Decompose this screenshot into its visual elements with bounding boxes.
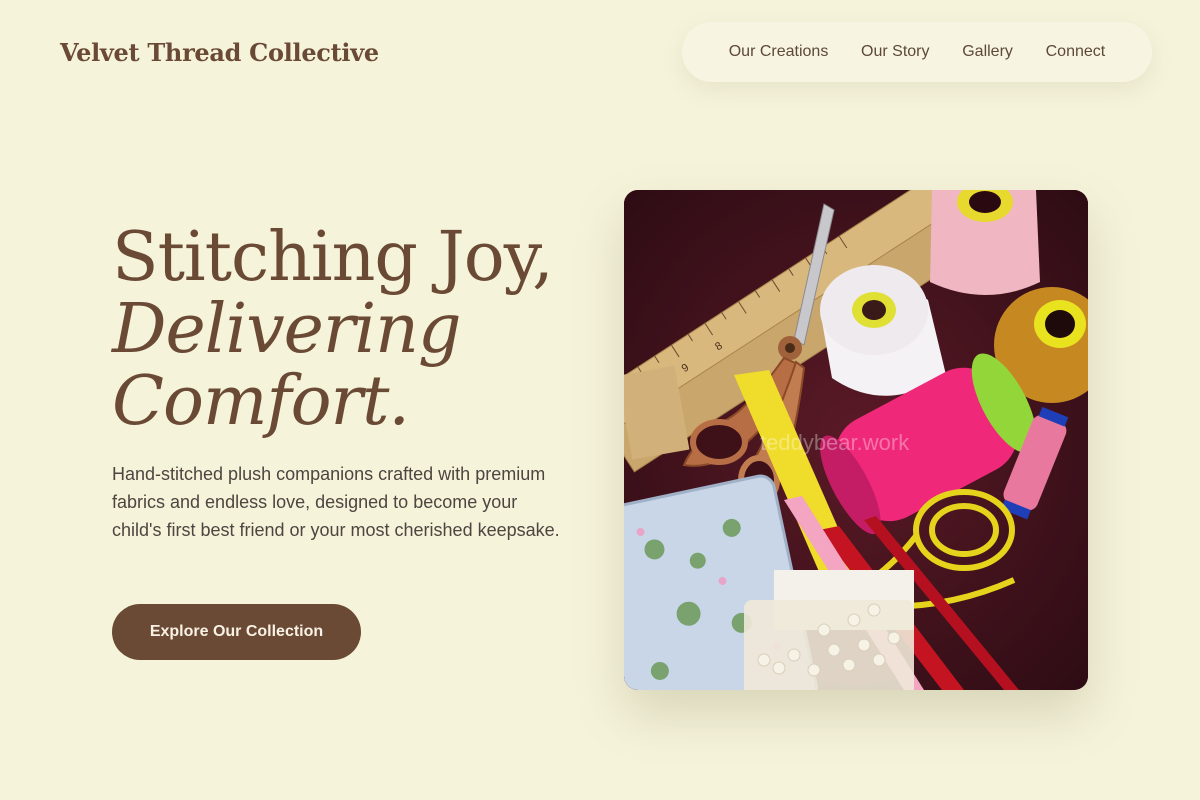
nav-item-connect[interactable]: Connect [1046,43,1106,61]
hero-title: Stitching Joy, Delivering Comfort. [112,222,592,438]
hero-description: Hand-stitched plush companions crafted w… [112,464,560,540]
pink-thread-spool-large [930,190,1040,295]
sewing-supplies-illustration: 8 9 10 [624,190,1088,690]
brand-logo[interactable]: Velvet Thread Collective [60,38,379,67]
nav-item-gallery[interactable]: Gallery [962,43,1013,61]
explore-collection-button[interactable]: Explore Our Collection [112,604,361,660]
hero-title-line3: Comfort. [112,362,410,441]
hero-title-line1: Stitching Joy, [112,218,554,297]
nav-item-our-story[interactable]: Our Story [861,43,929,61]
watermark-text: teddybear.work [760,430,910,455]
nav-item-our-creations[interactable]: Our Creations [729,43,829,61]
hero-image: 8 9 10 [624,190,1088,690]
main-nav: Our Creations Our Story Gallery Connect [682,22,1152,82]
hero-title-line2: Delivering [112,290,462,369]
